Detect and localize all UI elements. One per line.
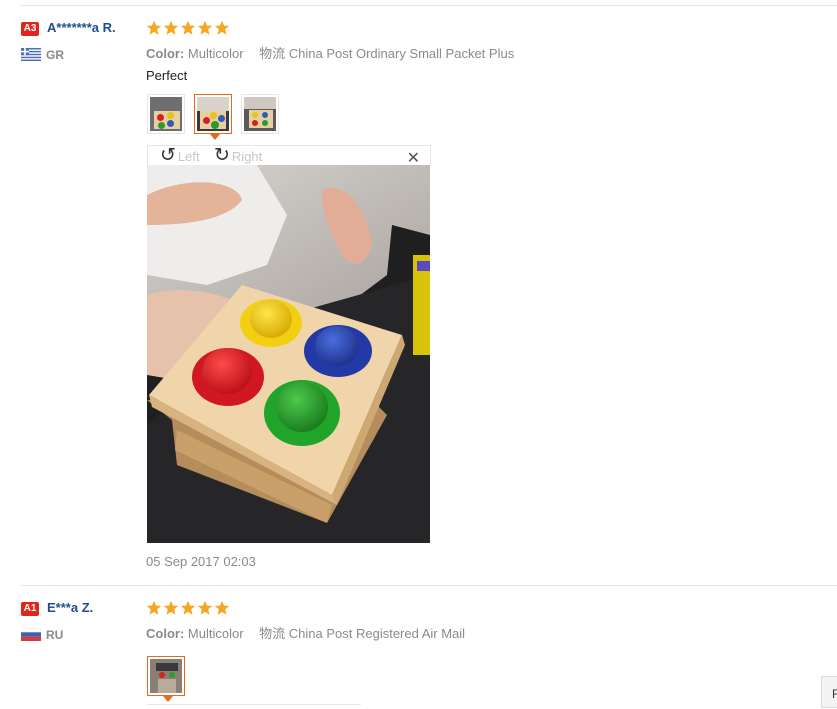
review-text: Perfect bbox=[146, 68, 188, 83]
buyer-level-badge: A3 bbox=[21, 22, 39, 36]
star-icon bbox=[180, 600, 196, 615]
review-photo-image bbox=[147, 165, 430, 543]
star-icon bbox=[163, 600, 179, 615]
star-icon bbox=[180, 20, 196, 35]
review-photo-thumb[interactable] bbox=[241, 94, 279, 134]
buyer-country: GR bbox=[46, 48, 64, 62]
photo-viewer-toolbar bbox=[147, 704, 361, 709]
star-icon bbox=[146, 20, 162, 35]
rotate-right-label: Right bbox=[231, 148, 263, 164]
review-photo-large bbox=[147, 165, 430, 543]
buyer-level-badge: A1 bbox=[21, 602, 39, 616]
logistics-info: 物流 China Post Registered Air Mail bbox=[259, 626, 466, 641]
order-attributes: Color: Multicolor 物流 China Post Register… bbox=[146, 623, 465, 642]
review-photo-thumb-active[interactable] bbox=[194, 94, 232, 134]
russia-flag-icon bbox=[21, 628, 41, 641]
color-key: Color: bbox=[146, 46, 185, 61]
review-date: 05 Sep 2017 02:03 bbox=[146, 554, 256, 569]
rotate-left-button[interactable]: ↺ Left bbox=[160, 145, 200, 166]
star-icon bbox=[197, 600, 213, 615]
active-thumb-caret bbox=[210, 134, 220, 140]
rotate-right-icon: ↻ bbox=[214, 145, 230, 166]
rotate-left-label: Left bbox=[177, 148, 200, 164]
order-attributes: Color: Multicolor 物流 China Post Ordinary… bbox=[146, 43, 514, 62]
rotate-right-button[interactable]: ↻ Right bbox=[214, 145, 263, 166]
buyer-name[interactable]: E***a Z. bbox=[47, 600, 93, 615]
photo-viewer-toolbar: ↺ Left ↻ Right ✕ bbox=[147, 145, 431, 167]
active-thumb-caret bbox=[163, 696, 173, 702]
review-divider bbox=[20, 585, 837, 586]
star-rating bbox=[146, 600, 231, 616]
color-key: Color: bbox=[146, 626, 185, 641]
top-divider bbox=[20, 5, 837, 6]
star-icon bbox=[214, 20, 230, 35]
color-value: Multicolor bbox=[187, 626, 244, 641]
review-photo-thumb-active[interactable] bbox=[147, 656, 185, 696]
star-icon bbox=[214, 600, 230, 615]
star-rating bbox=[146, 20, 231, 36]
buyer-country: RU bbox=[46, 628, 64, 642]
star-icon bbox=[197, 20, 213, 35]
buyer-name[interactable]: A*******a R. bbox=[47, 20, 116, 35]
rotate-left-icon: ↺ bbox=[160, 145, 176, 166]
color-value: Multicolor bbox=[187, 46, 244, 61]
logistics-info: 物流 China Post Ordinary Small Packet Plus bbox=[259, 46, 515, 61]
star-icon bbox=[146, 600, 162, 615]
review-photo-thumb[interactable] bbox=[147, 94, 185, 134]
feedback-corner-button[interactable]: F bbox=[821, 676, 837, 708]
greece-flag-icon bbox=[21, 48, 41, 61]
star-icon bbox=[163, 20, 179, 35]
